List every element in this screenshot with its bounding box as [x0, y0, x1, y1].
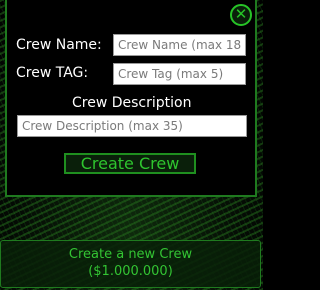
close-button[interactable]: ✕	[230, 4, 252, 26]
create-crew-button[interactable]: Create Crew	[64, 153, 196, 174]
crew-name-input[interactable]	[113, 34, 246, 56]
create-new-crew-label: Create a new Crew	[68, 247, 193, 262]
crew-name-label: Crew Name:	[16, 37, 102, 53]
crew-tag-label: Crew TAG:	[16, 65, 89, 81]
crew-description-input[interactable]	[17, 115, 247, 137]
create-new-crew-button[interactable]: Create a new Crew ($1.000.000)	[0, 240, 261, 288]
crew-tag-input[interactable]	[113, 63, 246, 85]
crew-description-label: Crew Description	[72, 95, 192, 111]
create-new-crew-price: ($1.000.000)	[88, 264, 173, 279]
close-icon: ✕	[234, 5, 248, 23]
